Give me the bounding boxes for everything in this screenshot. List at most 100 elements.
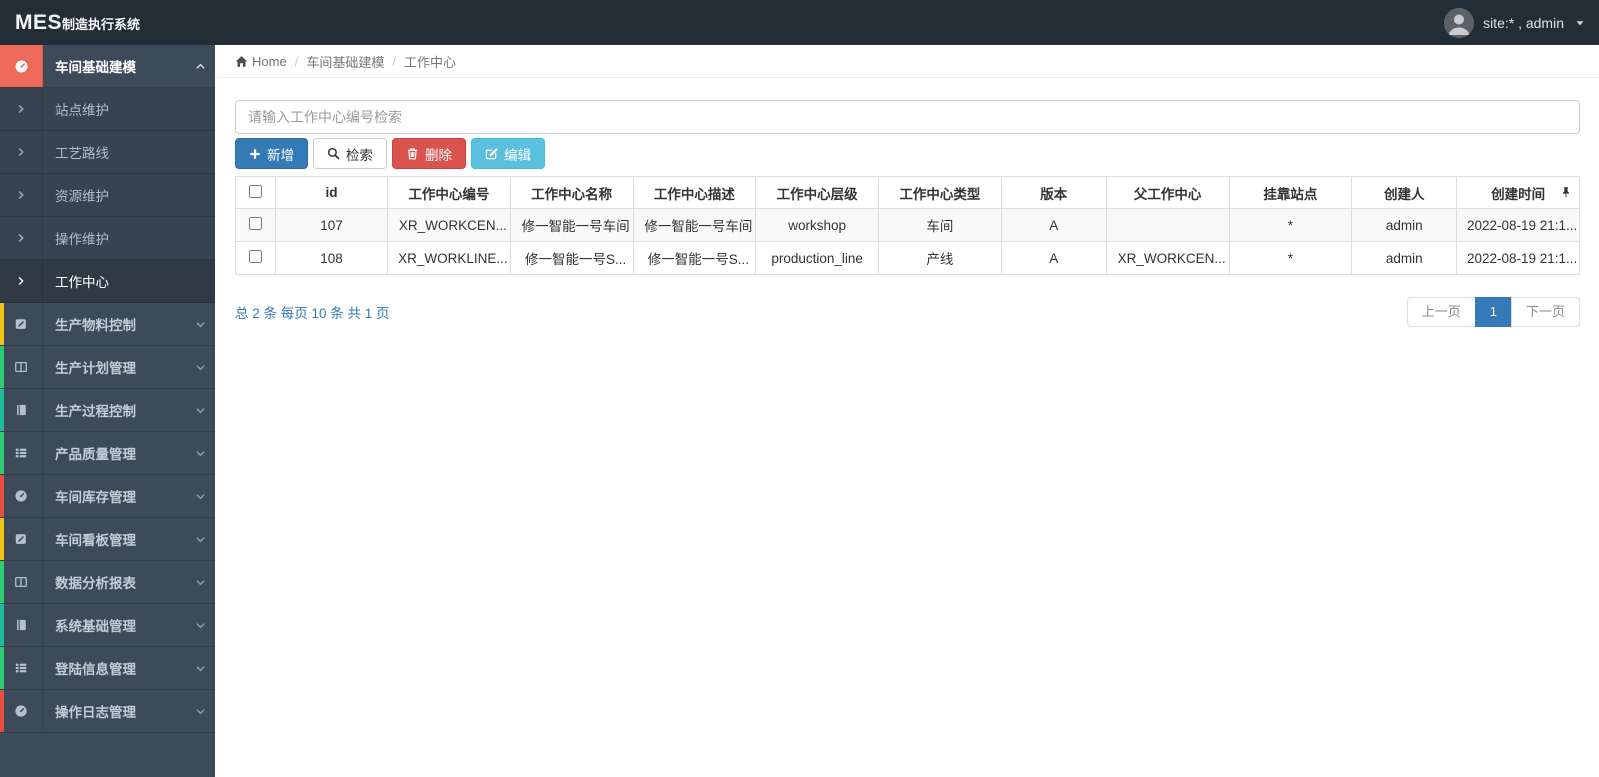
sidebar-item-resource-maintenance[interactable]: 资源维护	[0, 174, 215, 217]
chevron-right-icon	[0, 260, 43, 302]
cell-id: 108	[275, 241, 388, 275]
cell-station: *	[1228, 241, 1353, 275]
pagination-controls: 上一页 1 下一页	[1406, 297, 1580, 327]
pin-icon[interactable]	[1560, 186, 1572, 198]
main-content: Home / 车间基础建模 / 工作中心 新增 检索 删除 编辑	[215, 45, 1599, 777]
row-select-checkbox[interactable]	[249, 217, 262, 230]
column-header-version: 版本	[1000, 176, 1107, 209]
sidebar-item-operation-maintenance[interactable]: 操作维护	[0, 217, 215, 260]
list-icon	[0, 647, 43, 689]
sidebar-item-quality-management[interactable]: 产品质量管理	[0, 432, 215, 475]
row-select-checkbox[interactable]	[249, 250, 262, 263]
stripe	[0, 389, 4, 431]
add-button[interactable]: 新增	[235, 138, 308, 169]
sidebar-item-label: 数据分析报表	[55, 576, 136, 591]
cell-level: production_line	[755, 241, 879, 275]
cell-created: 2022-08-19 21:1...	[1456, 208, 1580, 242]
sidebar-item-label: 车间库存管理	[55, 490, 136, 505]
chevron-right-icon	[0, 174, 43, 216]
cell-type: 车间	[878, 208, 1002, 242]
cell-type: 产线	[878, 241, 1002, 275]
sidebar-item-label: 生产物料控制	[55, 318, 136, 333]
column-header-code: 工作中心编号	[387, 176, 511, 209]
sidebar-item-site-maintenance[interactable]: 站点维护	[0, 88, 215, 131]
column-header-id: id	[275, 176, 388, 209]
dashboard-icon	[0, 475, 43, 517]
chevron-down-icon	[185, 534, 215, 545]
cell-name: 修一智能一号S...	[509, 241, 634, 275]
sidebar-item-inventory-management[interactable]: 车间库存管理	[0, 475, 215, 518]
sidebar-item-process-route[interactable]: 工艺路线	[0, 131, 215, 174]
sidebar-item-process-control[interactable]: 生产过程控制	[0, 389, 215, 432]
caret-down-icon	[1575, 18, 1585, 28]
stripe	[0, 432, 4, 474]
home-icon	[235, 55, 248, 68]
table-row[interactable]: 107 XR_WORKCEN... 修一智能一号车间 修一智能一号车间 work…	[235, 208, 1580, 242]
sidebar-item-label: 工艺路线	[55, 146, 109, 161]
breadcrumb-home[interactable]: Home	[235, 54, 287, 69]
chevron-down-icon	[185, 448, 215, 459]
top-header: MES 制造执行系统 site:* , admin	[0, 0, 1599, 45]
user-label: site:* , admin	[1483, 14, 1564, 31]
chevron-up-icon	[185, 61, 215, 72]
chevron-down-icon	[185, 706, 215, 717]
sidebar-item-label: 车间基础建模	[55, 60, 136, 75]
sidebar-item-operation-log-management[interactable]: 操作日志管理	[0, 690, 215, 733]
stripe	[0, 303, 4, 345]
row-select-cell	[235, 208, 276, 242]
chevron-right-icon	[0, 88, 43, 130]
column-header-station: 挂靠站点	[1228, 176, 1353, 209]
columns-icon	[0, 346, 43, 388]
column-header-created: 创建时间	[1456, 176, 1580, 209]
cell-station: *	[1228, 208, 1353, 242]
search-input[interactable]	[235, 100, 1580, 134]
cell-created: 2022-08-19 21:1...	[1456, 241, 1580, 275]
next-page-button[interactable]: 下一页	[1510, 297, 1580, 327]
user-avatar[interactable]	[1444, 7, 1475, 38]
edit-button[interactable]: 编辑	[471, 138, 545, 169]
sidebar-item-system-management[interactable]: 系统基础管理	[0, 604, 215, 647]
logo-text-secondary: 制造执行系统	[62, 16, 141, 32]
sidebar-item-label: 系统基础管理	[55, 619, 136, 634]
search-button[interactable]: 检索	[313, 138, 387, 169]
cell-desc: 修一智能一号车间	[632, 208, 757, 242]
cell-version: A	[1000, 241, 1107, 275]
select-all-cell	[235, 176, 276, 209]
select-all-checkbox[interactable]	[249, 184, 262, 198]
sidebar-item-workshop-modeling[interactable]: 车间基础建模	[0, 45, 215, 88]
table-row[interactable]: 108 XR_WORKLINE... 修一智能一号S... 修一智能一号S...…	[235, 241, 1580, 275]
chevron-down-icon	[185, 319, 215, 330]
breadcrumb: Home / 车间基础建模 / 工作中心	[215, 45, 1599, 78]
columns-icon	[0, 561, 43, 603]
trash-icon	[406, 147, 419, 160]
sidebar-item-work-center[interactable]: 工作中心	[0, 260, 215, 303]
stripe	[0, 647, 4, 689]
sidebar-item-label: 生产过程控制	[55, 404, 136, 419]
sidebar-item-plan-management[interactable]: 生产计划管理	[0, 346, 215, 389]
stripe	[0, 518, 4, 560]
sidebar-item-login-info-management[interactable]: 登陆信息管理	[0, 647, 215, 690]
sidebar-item-data-reports[interactable]: 数据分析报表	[0, 561, 215, 604]
edit-icon	[0, 303, 43, 345]
cell-creator: admin	[1351, 208, 1458, 242]
sidebar-item-label: 操作日志管理	[55, 705, 136, 720]
stripe	[0, 604, 4, 646]
stripe	[0, 690, 4, 732]
user-menu[interactable]: site:* , admin	[1444, 7, 1599, 38]
sidebar-item-kanban-management[interactable]: 车间看板管理	[0, 518, 215, 561]
delete-button[interactable]: 删除	[392, 138, 466, 169]
cell-parent	[1105, 208, 1230, 242]
sidebar-item-label: 站点维护	[55, 103, 109, 118]
sidebar-item-label: 资源维护	[55, 189, 109, 204]
chevron-down-icon	[185, 405, 215, 416]
page-1-button[interactable]: 1	[1474, 297, 1512, 327]
column-header-type: 工作中心类型	[878, 176, 1002, 209]
sidebar-item-label: 生产计划管理	[55, 361, 136, 376]
prev-page-button[interactable]: 上一页	[1406, 297, 1476, 327]
pagination-bar: 总 2 条 每页 10 条 共 1 页 上一页 1 下一页	[235, 297, 1580, 327]
search-icon	[327, 147, 340, 160]
column-header-name: 工作中心名称	[509, 176, 634, 209]
sidebar-item-material-control[interactable]: 生产物料控制	[0, 303, 215, 346]
stripe	[0, 561, 4, 603]
breadcrumb-section[interactable]: 车间基础建模	[306, 52, 384, 71]
